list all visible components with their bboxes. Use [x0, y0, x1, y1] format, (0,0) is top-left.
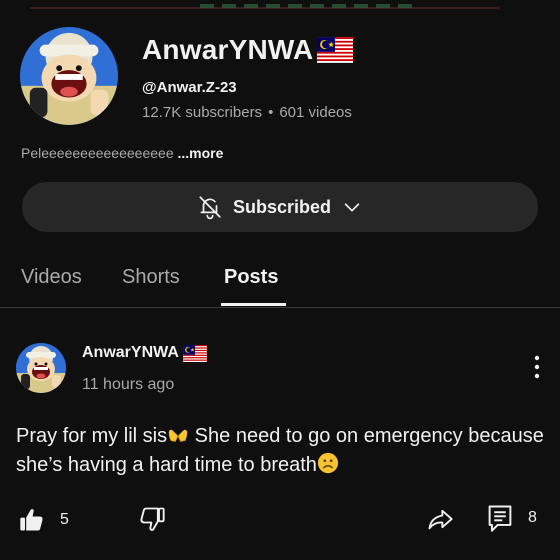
comment-count: 8	[528, 509, 537, 526]
malaysia-flag-icon	[317, 37, 353, 63]
comment-icon	[488, 505, 512, 532]
post-text: Pray for my lil sis She need to go on em…	[16, 422, 546, 480]
share-button[interactable]	[425, 505, 455, 533]
subscribed-label: Subscribed	[232, 196, 332, 217]
channel-banner-edge	[30, 0, 500, 10]
thumbs-up-icon	[20, 509, 43, 531]
post-text-part1: Pray for my lil sis	[16, 425, 168, 447]
subscriber-count: 12.7K subscribers	[142, 104, 263, 121]
more-link[interactable]: ...more	[178, 145, 224, 161]
channel-handle: @Anwar.Z-23	[142, 79, 237, 96]
chevron-down-icon	[344, 203, 360, 212]
description-text: Peleeeeeeeeeeeeeeeee	[21, 145, 174, 161]
comments-button[interactable]: 8	[486, 503, 537, 533]
slightly-frowning-face-emoji	[317, 452, 339, 474]
like-button[interactable]: 5	[18, 506, 69, 534]
channel-description[interactable]: Peleeeeeeeeeeeeeeeee ...more	[21, 145, 223, 161]
channel-name: AnwarYNWA	[142, 34, 353, 66]
palms-up-together-emoji	[168, 429, 188, 442]
post-author-avatar[interactable]	[16, 343, 66, 393]
more-options-icon[interactable]	[527, 352, 547, 382]
post-author-name: AnwarYNWA	[82, 344, 179, 361]
subscribed-button[interactable]: Subscribed	[22, 182, 538, 232]
malaysia-flag-icon	[183, 345, 207, 362]
bell-off-icon	[199, 196, 221, 220]
active-tab-indicator	[221, 303, 286, 306]
post-timestamp: 11 hours ago	[82, 376, 175, 393]
post-author[interactable]: AnwarYNWA	[82, 344, 207, 362]
thumbs-down-icon	[140, 507, 165, 531]
dislike-button[interactable]	[138, 505, 166, 533]
like-count: 5	[60, 511, 69, 528]
channel-tabs: Videos Shorts Posts	[0, 252, 560, 308]
channel-avatar[interactable]	[20, 27, 118, 125]
channel-stats: 12.7K subscribers • 601 videos	[142, 104, 352, 121]
share-icon	[428, 509, 453, 530]
channel-name-text: AnwarYNWA	[142, 34, 314, 65]
tab-videos[interactable]: Videos	[21, 266, 82, 289]
tab-shorts[interactable]: Shorts	[122, 266, 180, 289]
video-count: 601 videos	[279, 104, 352, 121]
stats-separator: •	[268, 104, 274, 121]
tab-posts[interactable]: Posts	[224, 266, 278, 289]
